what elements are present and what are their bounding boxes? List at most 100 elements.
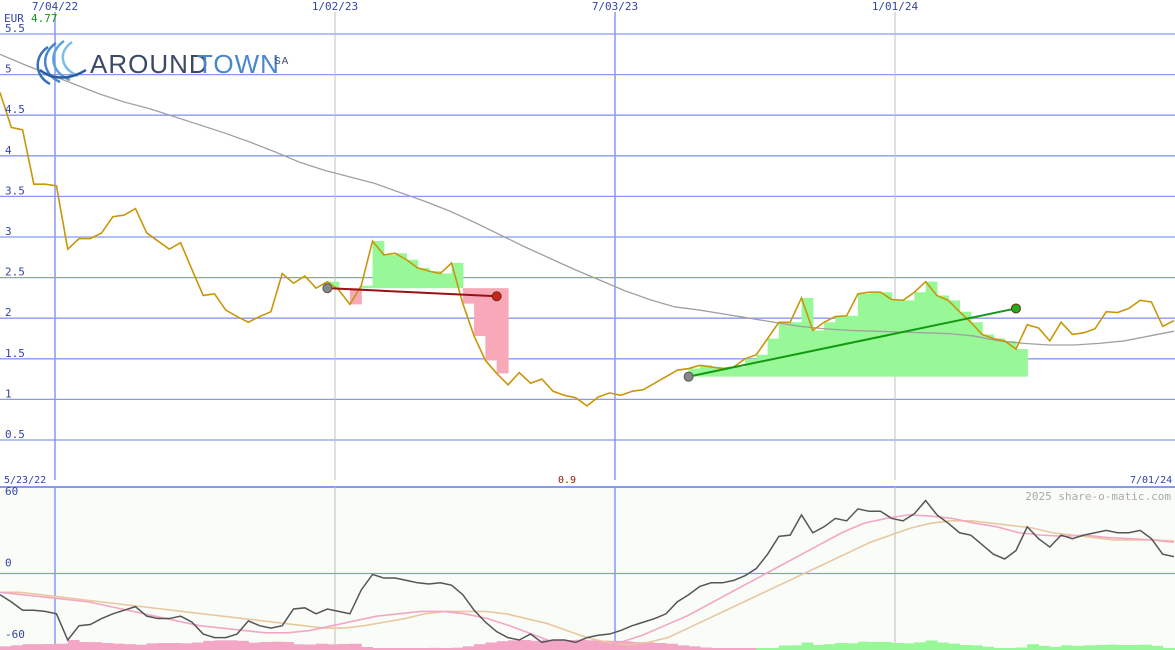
oscillator-bar bbox=[474, 644, 486, 650]
oscillator-bar bbox=[327, 644, 340, 650]
signal-fill-segment bbox=[790, 322, 803, 377]
oscillator-bar bbox=[22, 644, 35, 650]
logo-suffix: SA bbox=[274, 56, 289, 67]
oscillator-bar bbox=[1151, 645, 1164, 650]
oscillator-bar bbox=[936, 642, 949, 650]
oscillator-bar bbox=[158, 643, 170, 650]
logo-name-dark: AROUND bbox=[90, 49, 209, 79]
oscillator-bar bbox=[1117, 645, 1130, 650]
oscillator-bar bbox=[824, 644, 836, 650]
y-tick-label: 2 bbox=[5, 306, 12, 319]
oscillator-bar bbox=[1094, 645, 1107, 650]
oscillator-bar bbox=[79, 642, 91, 650]
copyright-text: 2025 share-o-matic.com bbox=[1025, 490, 1171, 503]
signal-fill-segment bbox=[869, 292, 882, 377]
oscillator-bar bbox=[485, 642, 498, 650]
oscillator-bar bbox=[349, 643, 362, 650]
signal-fill-segment bbox=[925, 281, 938, 377]
oscillator-bar bbox=[959, 645, 972, 650]
oscillator-bar bbox=[891, 643, 904, 650]
oscillator-bar bbox=[259, 642, 272, 650]
oscillator-bar bbox=[169, 643, 182, 650]
oscillator-bar bbox=[1038, 645, 1051, 650]
signal-fill-segment bbox=[383, 254, 396, 289]
y-tick-label: 3.5 bbox=[5, 184, 25, 197]
stock-chart: 0.511.522.533.544.555.5 7/04/22 1/02/23 7/… bbox=[0, 0, 1175, 650]
oscillator-bar bbox=[191, 642, 204, 650]
oscillator-bar bbox=[1061, 645, 1073, 650]
oscillator-bar bbox=[45, 644, 57, 650]
y-tick-label: 3 bbox=[5, 225, 12, 238]
oscillator-bar bbox=[643, 642, 656, 650]
signal-fill-segment bbox=[778, 322, 791, 377]
oscillator-y-tick-label: 60 bbox=[5, 485, 18, 498]
oscillator-bar bbox=[948, 643, 961, 650]
signal-fill-segment bbox=[745, 358, 757, 377]
oscillator-bar bbox=[812, 645, 825, 650]
signal-fill-segment bbox=[1004, 340, 1017, 377]
oscillator-bar bbox=[56, 643, 69, 650]
oscillator-y-tick-label: -60 bbox=[5, 628, 25, 641]
signal-fill-segment bbox=[993, 338, 1006, 377]
oscillator-panel-background bbox=[0, 487, 1175, 650]
oscillator-bar bbox=[925, 640, 938, 650]
oscillator-bar bbox=[1072, 645, 1085, 650]
oscillator-bar bbox=[214, 640, 227, 650]
signal-fill-segment bbox=[948, 300, 961, 377]
y-tick-label: 0.5 bbox=[5, 428, 25, 441]
signal-fill-segment bbox=[903, 300, 915, 377]
signal-exit-marker bbox=[1010, 303, 1021, 314]
oscillator-bar bbox=[496, 641, 509, 650]
oscillator-bar bbox=[903, 643, 915, 650]
signal-fill-segment bbox=[824, 322, 836, 377]
signal-fill-segment bbox=[1015, 349, 1028, 377]
oscillator-bar bbox=[846, 643, 859, 650]
signal-fill-segment bbox=[891, 299, 904, 377]
oscillator-bar bbox=[587, 640, 599, 650]
oscillator-bar bbox=[857, 641, 870, 650]
y-tick-label: 4.5 bbox=[5, 103, 25, 116]
oscillator-bar bbox=[180, 643, 193, 650]
oscillator-bar bbox=[270, 641, 283, 650]
oscillator-bar bbox=[801, 642, 814, 650]
oscillator-bar bbox=[666, 643, 678, 650]
oscillator-bar bbox=[90, 642, 103, 650]
signal-entry-marker bbox=[322, 283, 333, 294]
oscillator-y-tick-label: 0 bbox=[5, 557, 12, 570]
oscillator-bar bbox=[225, 640, 238, 650]
y-tick-label: 4 bbox=[5, 144, 12, 157]
y-tick-label: 1 bbox=[5, 387, 12, 400]
lower-end-date: 7/01/24 bbox=[1130, 475, 1172, 486]
oscillator-bar bbox=[970, 645, 983, 650]
x-tick-label: 1/01/24 bbox=[872, 0, 919, 13]
signal-fill-segment bbox=[801, 297, 814, 377]
lower-mid-value: 0.9 bbox=[558, 475, 576, 486]
signal-entry-marker bbox=[683, 371, 694, 382]
oscillator-bar bbox=[677, 645, 690, 650]
oscillator-bar bbox=[654, 643, 667, 650]
oscillator-bar bbox=[790, 645, 802, 650]
signal-fill-segment bbox=[936, 295, 949, 377]
last-price-value: 4.77 bbox=[31, 12, 58, 25]
signal-fill-segment bbox=[812, 330, 825, 377]
signal-fill-segment bbox=[846, 315, 859, 377]
oscillator-bar bbox=[835, 643, 848, 650]
y-tick-label: 5 bbox=[5, 63, 12, 76]
y-tick-label: 2.5 bbox=[5, 266, 25, 279]
oscillator-bar bbox=[1083, 645, 1096, 650]
oscillator-bar bbox=[316, 643, 328, 650]
oscillator-bar bbox=[869, 642, 881, 650]
oscillator-bar bbox=[1140, 644, 1152, 650]
signal-fill-segment bbox=[361, 285, 374, 289]
oscillator-bar bbox=[304, 644, 317, 650]
oscillator-bar bbox=[1106, 644, 1119, 650]
oscillator-bar bbox=[620, 641, 633, 650]
signal-fill-segment bbox=[970, 322, 983, 377]
signal-fill-segment bbox=[857, 293, 870, 377]
signal-fill-segment bbox=[914, 292, 927, 377]
oscillator-bar bbox=[11, 645, 24, 650]
oscillator-bar bbox=[67, 640, 80, 650]
oscillator-bar bbox=[338, 644, 351, 650]
oscillator-bar bbox=[146, 643, 159, 650]
logo-name-light: TOWN bbox=[197, 49, 280, 79]
